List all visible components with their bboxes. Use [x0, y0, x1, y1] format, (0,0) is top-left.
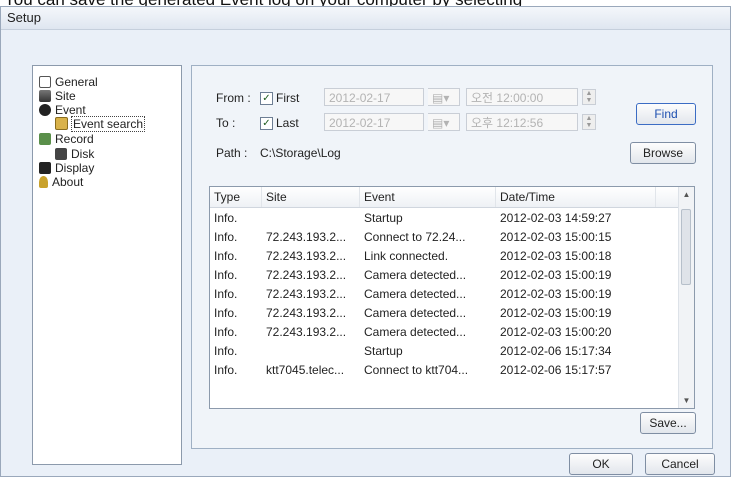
site-icon: [39, 90, 51, 102]
cell-datetime: 2012-02-03 15:00:20: [500, 325, 612, 339]
cell-site: [262, 209, 360, 228]
cell-site: 72.243.193.2...: [266, 325, 347, 339]
table-row[interactable]: Info. Startup 2012-02-03 14:59:27: [210, 209, 680, 228]
vertical-scrollbar[interactable]: ▲ ▼: [678, 187, 694, 408]
tree-item-about[interactable]: About: [39, 174, 83, 190]
cell-type: Info.: [214, 306, 238, 320]
tree-item-record[interactable]: Record: [39, 131, 94, 147]
cell-datetime: 2012-02-03 15:00:15: [500, 230, 612, 244]
cell-event: Camera detected...: [364, 287, 467, 301]
disk-icon: [55, 148, 67, 160]
table-row[interactable]: Info. 72.243.193.2... Camera detected...…: [210, 323, 680, 342]
scroll-thumb[interactable]: [681, 209, 691, 285]
cell-type: Info.: [214, 211, 238, 225]
calendar-dropdown-icon: ▤▾: [432, 91, 450, 105]
column-header-datetime[interactable]: Date/Time: [496, 187, 656, 207]
record-icon: [39, 133, 51, 145]
cell-type: Info.: [214, 249, 238, 263]
column-header-blank: [656, 187, 680, 207]
cell-type: Info.: [214, 230, 238, 244]
from-date-field[interactable]: 2012-02-17: [324, 88, 424, 106]
table-row[interactable]: Info. 72.243.193.2... Link connected. 20…: [210, 247, 680, 266]
cell-site: 72.243.193.2...: [266, 306, 347, 320]
cell-event: Camera detected...: [364, 306, 467, 320]
scroll-down-icon[interactable]: ▼: [679, 393, 694, 408]
cell-type: Info.: [214, 344, 238, 358]
path-label: Path :: [216, 146, 248, 160]
cell-site: 72.243.193.2...: [266, 230, 347, 244]
cell-datetime: 2012-02-03 15:00:19: [500, 306, 612, 320]
column-header-event[interactable]: Event: [360, 187, 496, 207]
path-value: C:\Storage\Log: [260, 146, 341, 160]
to-last-label: Last: [276, 116, 299, 130]
cell-site: [262, 342, 360, 361]
cell-site: 72.243.193.2...: [266, 249, 347, 263]
cell-type: Info.: [214, 325, 238, 339]
display-icon: [39, 162, 51, 174]
to-date-field[interactable]: 2012-02-17: [324, 113, 424, 131]
about-icon: [39, 176, 48, 188]
table-row[interactable]: Info. 72.243.193.2... Connect to 72.24..…: [210, 228, 680, 247]
cell-datetime: 2012-02-03 15:00:18: [500, 249, 612, 263]
ok-button[interactable]: OK: [569, 453, 633, 475]
tree-item-event-search[interactable]: Event search: [55, 116, 146, 132]
browse-button[interactable]: Browse: [630, 142, 696, 164]
cell-site: ktt7045.telec...: [266, 363, 345, 377]
cell-datetime: 2012-02-03 15:00:19: [500, 268, 612, 282]
table-row[interactable]: Info. ktt7045.telec... Connect to ktt704…: [210, 361, 680, 380]
from-time-field[interactable]: 오전 12:00:00: [466, 88, 578, 106]
cancel-button[interactable]: Cancel: [645, 453, 715, 475]
cell-datetime: 2012-02-06 15:17:57: [500, 363, 612, 377]
column-header-type[interactable]: Type: [210, 187, 262, 207]
from-first-checkbox[interactable]: ✓: [260, 92, 273, 105]
find-button[interactable]: Find: [636, 103, 696, 125]
to-time-field[interactable]: 오후 12:12:56: [466, 113, 578, 131]
cell-event: Startup: [364, 344, 403, 358]
setup-dialog: Setup General Site Event Event search Re…: [0, 6, 731, 477]
from-label: From :: [216, 91, 251, 105]
table-row[interactable]: Info. 72.243.193.2... Camera detected...…: [210, 266, 680, 285]
cell-event: Startup: [364, 211, 403, 225]
event-search-icon: [55, 117, 68, 130]
cell-datetime: 2012-02-06 15:17:34: [500, 344, 612, 358]
to-date-dropdown[interactable]: ▤▾: [428, 113, 460, 131]
cell-event: Link connected.: [364, 249, 449, 263]
window-title: Setup: [7, 10, 41, 25]
cell-event: Camera detected...: [364, 325, 467, 339]
cell-site: 72.243.193.2...: [266, 268, 347, 282]
settings-tree: General Site Event Event search Record D…: [32, 65, 182, 465]
title-bar: Setup: [1, 7, 730, 30]
cell-datetime: 2012-02-03 14:59:27: [500, 211, 612, 225]
cell-site: 72.243.193.2...: [266, 287, 347, 301]
from-date-dropdown[interactable]: ▤▾: [428, 88, 460, 106]
event-search-panel: From : ✓ First 2012-02-17 ▤▾ 오전 12:00:00…: [191, 65, 713, 449]
table-row[interactable]: Info. 72.243.193.2... Camera detected...…: [210, 285, 680, 304]
to-label: To :: [216, 116, 236, 130]
from-time-spinner[interactable]: ▲ ▼: [582, 89, 596, 105]
cell-event: Camera detected...: [364, 268, 467, 282]
to-last-checkbox[interactable]: ✓: [260, 117, 273, 130]
table-header: Type Site Event Date/Time: [210, 187, 694, 208]
cell-datetime: 2012-02-03 15:00:19: [500, 287, 612, 301]
table-row[interactable]: Info. 72.243.193.2... Camera detected...…: [210, 304, 680, 323]
cell-event: Connect to ktt704...: [364, 363, 469, 377]
column-header-site[interactable]: Site: [262, 187, 360, 207]
cell-type: Info.: [214, 287, 238, 301]
calendar-dropdown-icon: ▤▾: [432, 116, 450, 130]
general-icon: [39, 76, 51, 88]
table-row[interactable]: Info. Startup 2012-02-06 15:17:34: [210, 342, 680, 361]
cell-event: Connect to 72.24...: [364, 230, 466, 244]
event-icon: [39, 104, 51, 116]
from-first-label: First: [276, 91, 300, 105]
to-time-spinner[interactable]: ▲ ▼: [582, 114, 596, 130]
event-log-table[interactable]: Type Site Event Date/Time Info. Startup …: [209, 186, 695, 409]
scroll-up-icon[interactable]: ▲: [679, 187, 694, 202]
save-button[interactable]: Save...: [640, 412, 696, 434]
cell-type: Info.: [214, 268, 238, 282]
cell-type: Info.: [214, 363, 238, 377]
